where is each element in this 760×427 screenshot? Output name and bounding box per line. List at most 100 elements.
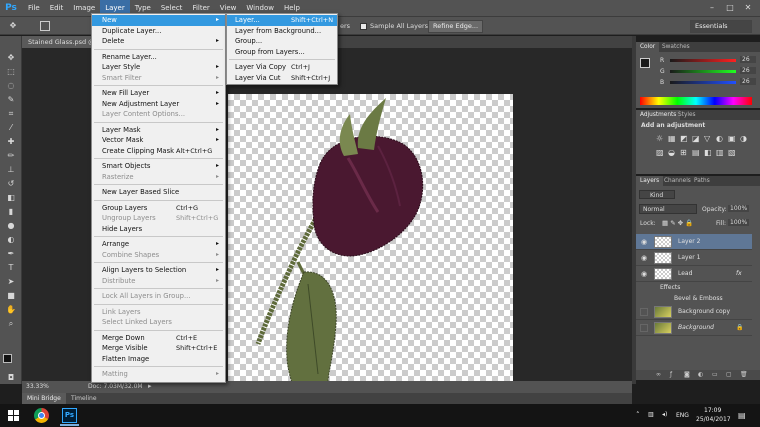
add-style-icon[interactable]: ƒ [670,371,672,378]
quick-selection-tool-icon[interactable]: ✎ [4,94,18,105]
invert-adjustment-icon[interactable]: ▤ [692,148,700,157]
foreground-color-swatch[interactable] [3,354,12,363]
new-submenu-item-layer-via-copy[interactable]: Layer Via Copy Ctrl+J [227,62,337,73]
color-lookup-adjustment-icon[interactable]: ⊞ [680,148,687,157]
layer-filter-kind[interactable]: Kind [639,190,675,199]
brush-tool-icon[interactable]: ✏ [4,150,18,161]
link-layers-icon[interactable]: ∞ [656,371,661,378]
levels-adjustment-icon[interactable]: ▦ [668,134,676,143]
tray-chevron-icon[interactable]: ˄ [636,411,640,419]
green-value[interactable]: 26 [740,67,756,74]
layer-menu-item-new-adjustment-layer[interactable]: New Adjustment Layer ▸ [92,99,225,110]
hue-saturation-adjustment-icon[interactable]: ◐ [716,134,723,143]
marquee-tool-icon[interactable]: ⬚ [4,66,18,77]
move-tool-preset-icon[interactable]: ✥ [6,20,20,31]
add-mask-icon[interactable]: ◙ [684,371,690,378]
chrome-taskbar-icon[interactable] [34,408,49,423]
clone-stamp-tool-icon[interactable]: ⊥ [4,164,18,175]
move-tool-icon[interactable]: ✥ [4,52,18,63]
photo-filter-adjustment-icon[interactable]: ▨ [656,148,664,157]
tab-color[interactable]: Color [636,42,660,52]
zoom-level[interactable]: 33.33% [26,383,49,390]
new-group-icon[interactable]: ▭ [712,371,718,378]
blue-value[interactable]: 26 [740,78,756,85]
quick-mask-icon[interactable]: ◘ [4,372,18,383]
layer-menu-item-smart-objects[interactable]: Smart Objects ▸ [92,161,225,172]
layer-menu-item-vector-mask[interactable]: Vector Mask ▸ [92,135,225,146]
new-submenu-item-layer-via-cut[interactable]: Layer Via Cut Shift+Ctrl+J [227,73,337,84]
red-value[interactable]: 26 [740,56,756,63]
menu-edit[interactable]: Edit [45,0,69,16]
new-submenu-item-group[interactable]: Group... [227,36,337,47]
network-icon[interactable]: ▥ [648,411,654,418]
color-spectrum-ramp[interactable] [640,97,752,105]
tab-swatches[interactable]: Swatches [658,42,694,52]
workspace-switcher[interactable]: Essentials [690,20,752,33]
healing-brush-tool-icon[interactable]: ✚ [4,136,18,147]
layer-row-background[interactable]: Background 🔒 [636,320,752,336]
close-button[interactable]: ✕ [742,2,754,14]
threshold-adjustment-icon[interactable]: ▥ [716,148,724,157]
layer-menu-item-arrange[interactable]: Arrange ▸ [92,239,225,250]
status-arrow-icon[interactable]: ▸ [148,382,152,390]
vibrance-adjustment-icon[interactable]: ▽ [704,134,710,143]
foreground-color-chip[interactable] [640,58,650,68]
color-balance-adjustment-icon[interactable]: ▣ [728,134,736,143]
layer-menu-item-duplicate-layer[interactable]: Duplicate Layer... [92,26,225,37]
new-submenu-item-layer[interactable]: Layer... Shift+Ctrl+N [227,15,337,26]
opacity-value[interactable]: 100% [728,205,750,212]
tab-timeline[interactable]: Timeline [66,393,102,404]
curves-adjustment-icon[interactable]: ◩ [680,134,688,143]
layer-menu-item-create-clipping-mask[interactable]: Create Clipping Mask Alt+Ctrl+G [92,146,225,157]
layer-menu-item-merge-visible[interactable]: Merge Visible Shift+Ctrl+E [92,343,225,354]
tab-paths[interactable]: Paths [690,176,714,186]
hand-tool-icon[interactable]: ✋ [4,304,18,315]
visibility-eye-icon[interactable] [640,324,648,332]
channel-mixer-adjustment-icon[interactable]: ◒ [668,148,675,157]
blue-slider[interactable] [670,81,736,84]
layer-menu-item-merge-down[interactable]: Merge Down Ctrl+E [92,333,225,344]
new-adjustment-icon[interactable]: ◐ [698,371,703,378]
layer-menu-item-hide-layers[interactable]: Hide Layers [92,224,225,235]
visibility-eye-icon[interactable]: ◉ [640,254,648,262]
windows-start-icon[interactable] [8,410,19,421]
tab-styles[interactable]: Styles [674,110,700,120]
lock-icons[interactable]: ▦ ✎ ✥ 🔒 [662,219,693,227]
layer-row-lead[interactable]: ◉ Lead fx [636,266,752,282]
path-selection-tool-icon[interactable]: ➤ [4,276,18,287]
layer-menu-item-layer-style[interactable]: Layer Style ▸ [92,62,225,73]
layer-row-layer-1[interactable]: ◉ Layer 1 [636,250,752,266]
lasso-tool-icon[interactable]: ◌ [4,80,18,91]
new-layer-icon[interactable]: ▢ [726,371,732,378]
visibility-eye-icon[interactable]: ◉ [640,270,648,278]
new-selection-icon[interactable] [40,21,50,31]
eraser-tool-icon[interactable]: ◧ [4,192,18,203]
red-slider[interactable] [670,59,736,62]
layer-row-background-copy[interactable]: Background copy [636,304,752,320]
history-brush-tool-icon[interactable]: ↺ [4,178,18,189]
layer-menu-item-flatten-image[interactable]: Flatten Image [92,354,225,365]
crop-tool-icon[interactable]: ⌗ [4,108,18,119]
visibility-eye-icon[interactable]: ◉ [640,238,648,246]
clock-time[interactable]: 17:09 [704,407,721,414]
notifications-icon[interactable]: ▤ [738,411,746,420]
clock-date[interactable]: 25/04/2017 [696,416,731,423]
brightness-contrast-adjustment-icon[interactable]: ☼ [656,134,663,143]
new-submenu-item-layer-from-background[interactable]: Layer from Background... [227,26,337,37]
layer-menu-item-layer-mask[interactable]: Layer Mask ▸ [92,125,225,136]
eyedropper-tool-icon[interactable]: ⁄ [4,122,18,133]
type-tool-icon[interactable]: T [4,262,18,273]
layer-effect-row[interactable]: Bevel & Emboss [636,293,752,304]
document-tab[interactable]: Stained Glass.psd @ [22,36,101,48]
layer-menu-item-group-layers[interactable]: Group Layers Ctrl+G [92,203,225,214]
zoom-tool-icon[interactable]: ⌕ [4,318,18,329]
volume-icon[interactable]: ◂) [662,411,667,418]
maximize-button[interactable]: □ [724,2,736,14]
layer-menu-item-rename-layer[interactable]: Rename Layer... [92,52,225,63]
layer-effect-row[interactable]: Effects [636,282,752,293]
blend-mode-select[interactable]: Normal [639,204,697,214]
shape-tool-icon[interactable]: ■ [4,290,18,301]
black-white-adjustment-icon[interactable]: ◑ [740,134,747,143]
document-canvas[interactable] [228,94,513,382]
gradient-map-adjustment-icon[interactable]: ▧ [728,148,736,157]
